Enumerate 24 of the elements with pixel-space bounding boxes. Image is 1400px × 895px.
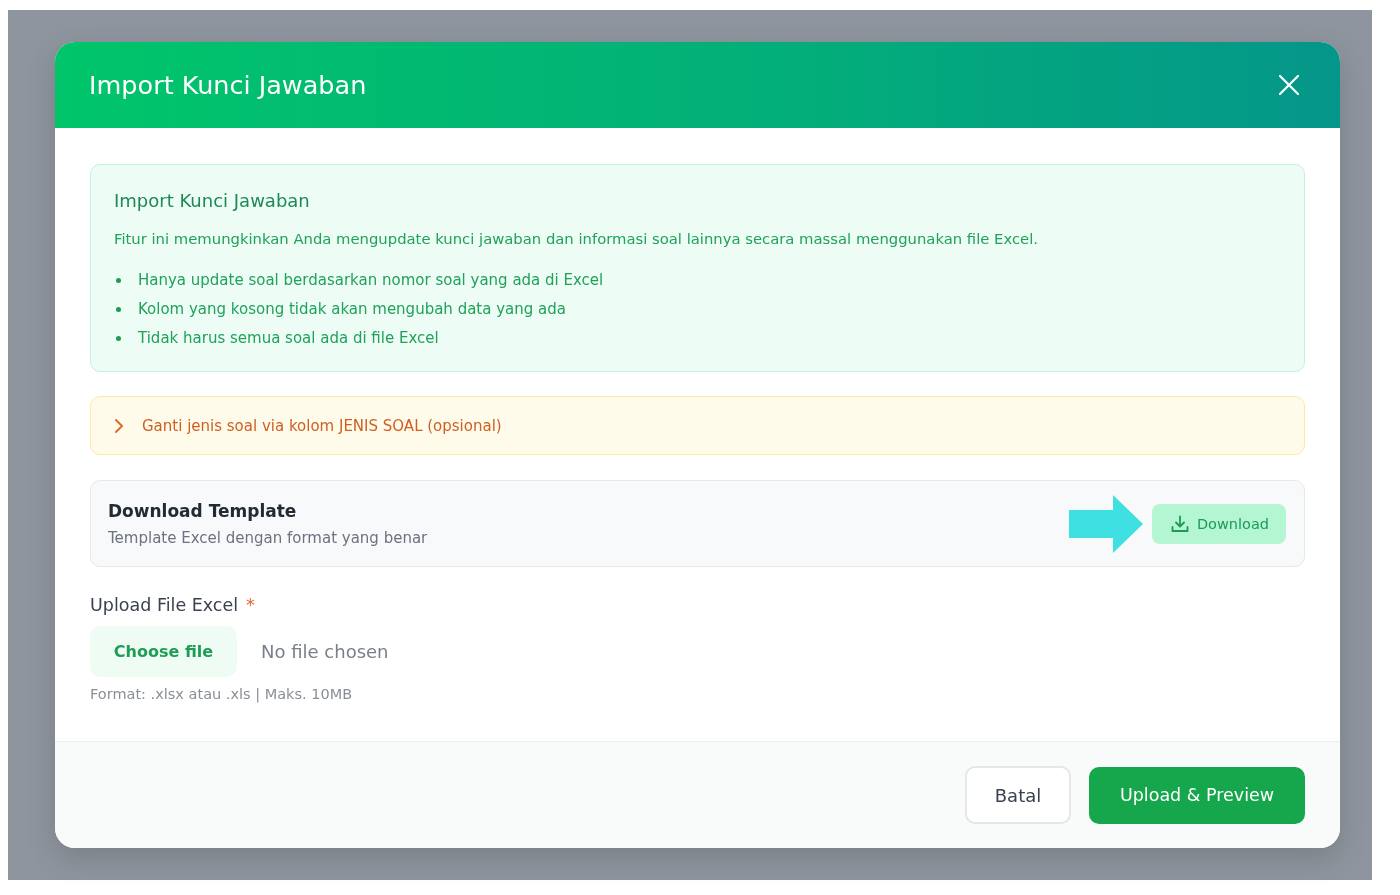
bullet-text: Kolom yang kosong tidak akan mengubah data yang ada (138, 299, 566, 319)
info-title: Import Kunci Jawaban (114, 190, 311, 212)
download-button[interactable]: Download (1151, 503, 1286, 544)
bullet-text: Tidak harus semua soal ada di file Excel (138, 328, 439, 348)
info-description: Fitur ini memungkinkan Anda mengupdate kunci jawaban dan informasi soal lainnya secara massal menggunakan file Excel. (114, 229, 1039, 249)
bullet-text: Hanya update soal berdasarkan nomor soal yang ada di Excel (138, 270, 604, 290)
choose-file-button[interactable]: Choose file (90, 626, 237, 677)
collapsible-label: Ganti jenis soal via kolom JENIS SOAL (opsional) (142, 416, 502, 435)
close-icon (1279, 75, 1299, 95)
upload-preview-button[interactable]: Upload & Preview (1089, 766, 1305, 824)
upload-label: Upload File Excel * (90, 594, 256, 616)
collapsible-panel[interactable]: Ganti jenis soal via kolom JENIS SOAL (opsional) (90, 396, 1305, 455)
template-subtitle: Template Excel dengan format yang benar (108, 527, 428, 548)
close-button[interactable] (1278, 74, 1300, 96)
bullet-dot-icon (116, 335, 121, 341)
bullet-dot-icon (116, 306, 121, 312)
template-title: Download Template (108, 499, 297, 522)
bullet-dot-icon (116, 277, 121, 283)
cancel-button[interactable]: Batal (965, 766, 1071, 824)
pointer-arrow-icon (1068, 494, 1143, 553)
file-status: No file chosen (261, 641, 389, 662)
upload-hint: Format: .xlsx atau .xls | Maks. 10MB (90, 686, 354, 702)
download-icon (1170, 514, 1189, 533)
dialog-title: Import Kunci Jawaban (89, 70, 367, 100)
